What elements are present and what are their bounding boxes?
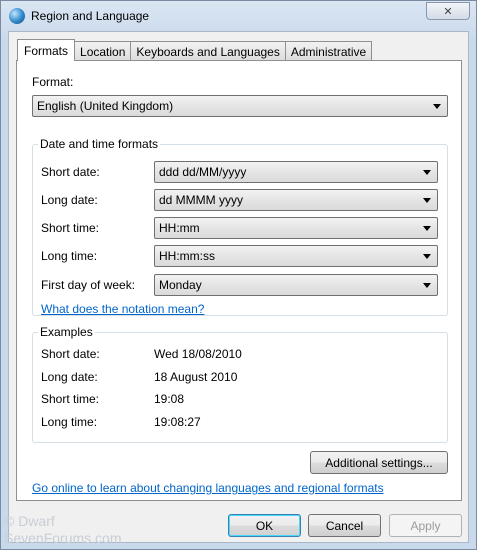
examples-group: Examples Short date: Wed 18/08/2010 Long…	[32, 325, 448, 443]
first-day-value: Monday	[159, 278, 202, 292]
example-short-date-label: Short date:	[41, 347, 100, 361]
example-long-date-label: Long date:	[41, 370, 98, 384]
short-time-dropdown[interactable]: HH:mm	[154, 217, 438, 239]
close-icon: ✕	[443, 5, 453, 18]
cancel-button[interactable]: Cancel	[308, 514, 381, 537]
globe-icon	[9, 8, 25, 24]
date-time-formats-title: Date and time formats	[38, 137, 161, 151]
example-short-date-value: Wed 18/08/2010	[154, 347, 242, 361]
long-time-label: Long time:	[41, 249, 98, 263]
tab-location[interactable]: Location	[74, 41, 132, 61]
watermark: © Dwarf SevenForums.com	[4, 513, 121, 547]
long-time-value: HH:mm:ss	[159, 249, 215, 263]
short-time-label: Short time:	[41, 221, 100, 235]
tab-formats[interactable]: Formats	[17, 39, 76, 61]
short-date-value: ddd dd/MM/yyyy	[159, 165, 247, 179]
chevron-down-icon	[423, 170, 431, 175]
first-day-label: First day of week:	[41, 278, 136, 292]
chevron-down-icon	[423, 283, 431, 288]
long-date-value: dd MMMM yyyy	[159, 193, 243, 207]
first-day-dropdown[interactable]: Monday	[154, 274, 438, 296]
long-date-dropdown[interactable]: dd MMMM yyyy	[154, 189, 438, 211]
watermark-line2: SevenForums.com	[4, 530, 122, 546]
example-long-date-value: 18 August 2010	[154, 370, 238, 384]
example-short-time-value: 19:08	[154, 392, 185, 406]
notation-link[interactable]: What does the notation mean?	[41, 302, 204, 316]
long-date-label: Long date:	[41, 193, 98, 207]
tab-strip: Formats Location Keyboards and Languages…	[17, 39, 373, 61]
long-time-dropdown[interactable]: HH:mm:ss	[154, 245, 438, 267]
apply-button[interactable]: Apply	[389, 514, 462, 537]
region-language-window: Region and Language ✕ Formats Location K…	[0, 0, 477, 550]
example-long-time-value: 19:08:27	[154, 415, 201, 429]
chevron-down-icon	[433, 104, 441, 109]
ok-button[interactable]: OK	[228, 514, 301, 537]
formats-panel: Format: English (United Kingdom) Date an…	[16, 60, 462, 501]
tab-administrative[interactable]: Administrative	[284, 41, 373, 61]
short-date-label: Short date:	[41, 165, 100, 179]
tab-keyboards-languages[interactable]: Keyboards and Languages	[130, 41, 286, 61]
title-bar[interactable]: Region and Language ✕	[1, 1, 476, 31]
short-date-dropdown[interactable]: ddd dd/MM/yyyy	[154, 161, 438, 183]
additional-settings-button[interactable]: Additional settings...	[310, 451, 448, 474]
example-long-time-label: Long time:	[41, 415, 98, 429]
close-button[interactable]: ✕	[426, 2, 470, 20]
example-short-time-label: Short time:	[41, 392, 100, 406]
chevron-down-icon	[423, 198, 431, 203]
watermark-line1: © Dwarf	[4, 513, 55, 529]
format-dropdown[interactable]: English (United Kingdom)	[32, 95, 448, 117]
dialog-client: Formats Location Keyboards and Languages…	[8, 31, 469, 543]
date-time-formats-group: Date and time formats Short date: ddd dd…	[32, 137, 448, 316]
format-label: Format:	[32, 75, 74, 89]
chevron-down-icon	[423, 254, 431, 259]
examples-title: Examples	[38, 325, 95, 339]
window-title: Region and Language	[31, 9, 150, 23]
chevron-down-icon	[423, 226, 431, 231]
online-help-link[interactable]: Go online to learn about changing langua…	[32, 481, 384, 495]
short-time-value: HH:mm	[159, 221, 200, 235]
format-value: English (United Kingdom)	[37, 99, 174, 113]
